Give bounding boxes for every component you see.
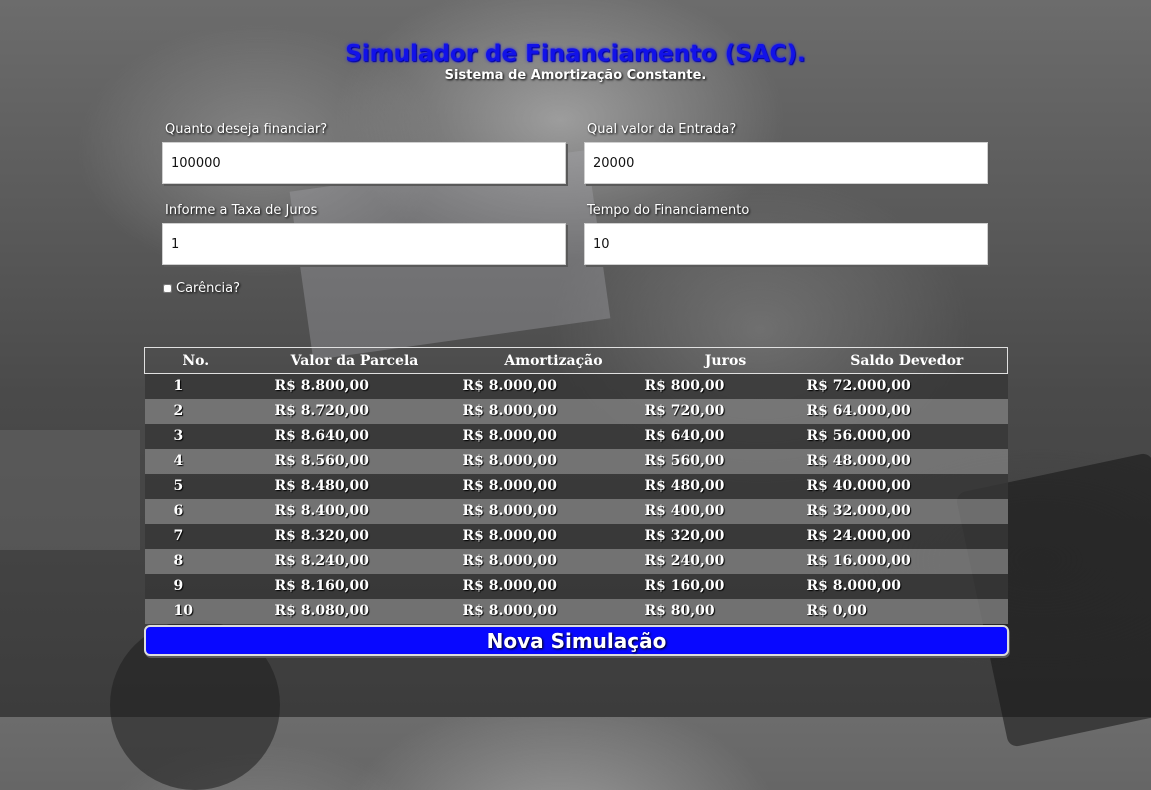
cell-installment: R$ 8.560,00 xyxy=(274,453,369,469)
cell-no: 2 xyxy=(173,403,184,419)
cell-balance: R$ 48.000,00 xyxy=(806,453,911,469)
cell-no: 9 xyxy=(173,578,184,594)
interest-input[interactable] xyxy=(162,223,566,265)
cell-installment: R$ 8.160,00 xyxy=(274,578,369,594)
cell-interest: R$ 240,00 xyxy=(644,553,725,569)
cell-amortization: R$ 8.000,00 xyxy=(462,403,557,419)
cell-installment: R$ 8.720,00 xyxy=(274,403,369,419)
cell-balance: R$ 24.000,00 xyxy=(806,528,911,544)
amount-label: Quanto deseja financiar? xyxy=(165,122,328,137)
page-title: Simulador de Financiamento (SAC). xyxy=(345,41,806,67)
cell-installment: R$ 8.640,00 xyxy=(274,428,369,444)
cell-balance: R$ 0,00 xyxy=(806,603,867,619)
header-no: No. xyxy=(144,347,247,374)
table-row: 1 R$ 8.800,00 R$ 8.000,00 R$ 800,00 R$ 7… xyxy=(144,373,1008,399)
cell-no: 5 xyxy=(173,478,184,494)
cell-no: 10 xyxy=(173,603,193,619)
cell-interest: R$ 480,00 xyxy=(644,478,725,494)
cell-amortization: R$ 8.000,00 xyxy=(462,553,557,569)
cell-no: 4 xyxy=(173,453,184,469)
cell-balance: R$ 56.000,00 xyxy=(806,428,911,444)
header-installment: Valor da Parcela xyxy=(246,347,463,374)
cell-balance: R$ 32.000,00 xyxy=(806,503,911,519)
table-header-row: No. Valor da Parcela Amortização Juros S… xyxy=(144,347,1008,374)
cell-installment: R$ 8.400,00 xyxy=(274,503,369,519)
cell-interest: R$ 800,00 xyxy=(644,378,725,395)
cell-amortization: R$ 8.000,00 xyxy=(462,528,557,544)
cell-amortization: R$ 8.000,00 xyxy=(462,578,557,594)
table-row: 10 R$ 8.080,00 R$ 8.000,00 R$ 80,00 R$ 0… xyxy=(144,598,1008,624)
new-simulation-button[interactable]: Nova Simulação xyxy=(144,625,1009,656)
cell-amortization: R$ 8.000,00 xyxy=(462,503,557,519)
cell-no: 3 xyxy=(173,428,184,444)
cell-installment: R$ 8.320,00 xyxy=(274,528,369,544)
amount-input[interactable] xyxy=(162,142,566,184)
cell-amortization: R$ 8.000,00 xyxy=(462,478,557,494)
down-payment-label: Qual valor da Entrada? xyxy=(587,122,737,137)
cell-no: 1 xyxy=(173,378,184,395)
table-row: 7 R$ 8.320,00 R$ 8.000,00 R$ 320,00 R$ 2… xyxy=(144,523,1008,549)
grace-period-option[interactable]: Carência? xyxy=(162,281,240,296)
cell-balance: R$ 16.000,00 xyxy=(806,553,911,569)
cell-balance: R$ 40.000,00 xyxy=(806,478,911,494)
table-row: 8 R$ 8.240,00 R$ 8.000,00 R$ 240,00 R$ 1… xyxy=(144,548,1008,574)
grace-period-label: Carência? xyxy=(176,281,240,296)
amortization-table: No. Valor da Parcela Amortização Juros S… xyxy=(144,347,1008,624)
cell-amortization: R$ 8.000,00 xyxy=(462,603,557,619)
table-row: 9 R$ 8.160,00 R$ 8.000,00 R$ 160,00 R$ 8… xyxy=(144,573,1008,599)
cell-no: 8 xyxy=(173,553,184,569)
table-row: 5 R$ 8.480,00 R$ 8.000,00 R$ 480,00 R$ 4… xyxy=(144,473,1008,499)
cell-balance: R$ 64.000,00 xyxy=(806,403,911,419)
cell-amortization: R$ 8.000,00 xyxy=(462,453,557,469)
cell-installment: R$ 8.480,00 xyxy=(274,478,369,494)
cell-installment: R$ 8.240,00 xyxy=(274,553,369,569)
down-payment-input[interactable] xyxy=(584,142,988,184)
cell-no: 6 xyxy=(173,503,184,519)
cell-installment: R$ 8.080,00 xyxy=(274,603,369,619)
term-label: Tempo do Financiamento xyxy=(587,203,750,218)
cell-interest: R$ 400,00 xyxy=(644,503,725,519)
cell-interest: R$ 640,00 xyxy=(644,428,725,444)
header-balance: Saldo Devedor xyxy=(806,347,1008,374)
table-row: 3 R$ 8.640,00 R$ 8.000,00 R$ 640,00 R$ 5… xyxy=(144,423,1008,449)
grace-period-checkbox[interactable] xyxy=(163,284,172,293)
cell-installment: R$ 8.800,00 xyxy=(274,378,369,395)
table-row: 6 R$ 8.400,00 R$ 8.000,00 R$ 400,00 R$ 3… xyxy=(144,498,1008,524)
cell-interest: R$ 320,00 xyxy=(644,528,725,544)
interest-label: Informe a Taxa de Juros xyxy=(165,203,318,218)
page-subtitle: Sistema de Amortização Constante. xyxy=(444,68,707,83)
cell-interest: R$ 160,00 xyxy=(644,578,725,594)
header-interest: Juros xyxy=(644,347,807,374)
header-amortization: Amortização xyxy=(462,347,645,374)
table-row: 2 R$ 8.720,00 R$ 8.000,00 R$ 720,00 R$ 6… xyxy=(144,398,1008,424)
table-row: 4 R$ 8.560,00 R$ 8.000,00 R$ 560,00 R$ 4… xyxy=(144,448,1008,474)
background-chart xyxy=(0,430,140,550)
cell-amortization: R$ 8.000,00 xyxy=(462,378,557,395)
cell-balance: R$ 72.000,00 xyxy=(806,378,911,395)
cell-interest: R$ 560,00 xyxy=(644,453,725,469)
term-input[interactable] xyxy=(584,223,988,265)
cell-amortization: R$ 8.000,00 xyxy=(462,428,557,444)
cell-interest: R$ 80,00 xyxy=(644,603,715,619)
cell-interest: R$ 720,00 xyxy=(644,403,725,419)
cell-balance: R$ 8.000,00 xyxy=(806,578,901,594)
cell-no: 7 xyxy=(173,528,184,544)
